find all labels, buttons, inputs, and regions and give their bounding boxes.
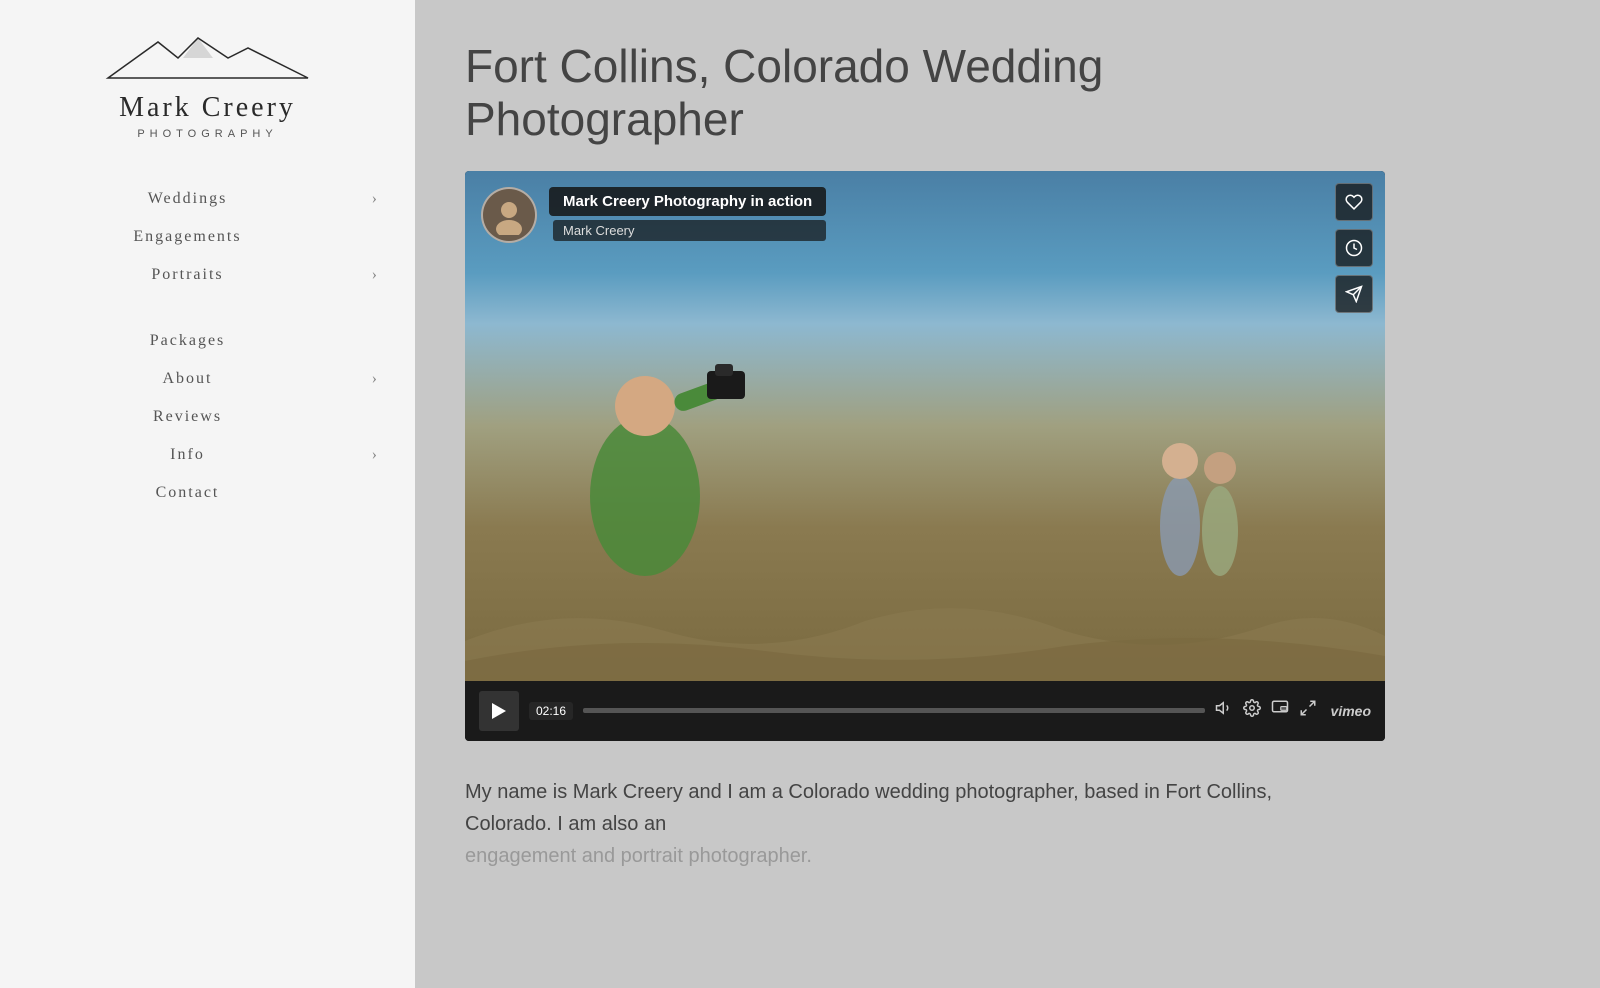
- watchlater-icon[interactable]: [1335, 229, 1373, 267]
- progress-bar[interactable]: [583, 708, 1205, 713]
- chevron-icon: ›: [372, 446, 377, 464]
- photographer-figure: [545, 316, 745, 601]
- body-text-visible: My name is Mark Creery and I am a Colora…: [465, 781, 1272, 835]
- landscape-bg: [465, 581, 1385, 681]
- share-icon[interactable]: [1335, 275, 1373, 313]
- video-scene: Mark Creery Photography in action Mark C…: [465, 171, 1385, 681]
- logo-sub: Photography: [98, 128, 318, 140]
- vimeo-action-icons: [1335, 183, 1373, 313]
- like-icon[interactable]: [1335, 183, 1373, 221]
- pip-icon[interactable]: [1271, 699, 1289, 722]
- fullscreen-icon[interactable]: [1299, 699, 1317, 722]
- sidebar-item-weddings[interactable]: Weddings ›: [0, 180, 415, 218]
- video-player[interactable]: Mark Creery Photography in action Mark C…: [465, 171, 1385, 741]
- video-title-badge: Mark Creery Photography in action: [549, 187, 826, 216]
- sidebar-item-engagements[interactable]: Engagements: [0, 218, 415, 256]
- video-controls-bar: 02:16: [465, 681, 1385, 741]
- sidebar-nav: Weddings › Engagements Portraits › Packa…: [0, 180, 415, 512]
- channel-name-badge: Mark Creery: [553, 220, 826, 241]
- vimeo-logo: vimeo: [1331, 703, 1371, 719]
- couple-figure: [1135, 386, 1265, 591]
- logo-area: Mark Creery Photography: [68, 30, 348, 140]
- video-overlay-info: Mark Creery Photography in action Mark C…: [481, 187, 826, 243]
- chevron-icon: ›: [372, 266, 377, 284]
- sidebar-item-contact[interactable]: Contact: [0, 474, 415, 512]
- body-text: My name is Mark Creery and I am a Colora…: [465, 776, 1305, 872]
- chevron-icon: ›: [372, 370, 377, 388]
- sidebar-item-info[interactable]: Info ›: [0, 436, 415, 474]
- sidebar-item-packages[interactable]: Packages: [0, 322, 415, 360]
- sidebar-item-portraits[interactable]: Portraits ›: [0, 256, 415, 294]
- sidebar-item-about[interactable]: About ›: [0, 360, 415, 398]
- timestamp-tooltip: 02:16: [529, 702, 573, 720]
- page-title: Fort Collins, Colorado Wedding Photograp…: [465, 40, 1185, 146]
- body-text-faded: engagement and portrait photographer.: [465, 845, 812, 867]
- sidebar-item-reviews[interactable]: Reviews: [0, 398, 415, 436]
- sidebar: Mark Creery Photography Weddings › Engag…: [0, 0, 415, 988]
- channel-avatar: [481, 187, 537, 243]
- main-content: Fort Collins, Colorado Wedding Photograp…: [415, 0, 1600, 988]
- video-title-box: Mark Creery Photography in action Mark C…: [549, 187, 826, 241]
- play-button[interactable]: [479, 691, 519, 731]
- chevron-icon: ›: [372, 190, 377, 208]
- settings-icon[interactable]: [1243, 699, 1261, 722]
- logo-mountain-icon: [98, 30, 318, 85]
- logo-name: Mark Creery: [98, 93, 318, 124]
- controls-right: vimeo: [1215, 699, 1371, 722]
- volume-icon[interactable]: [1215, 699, 1233, 722]
